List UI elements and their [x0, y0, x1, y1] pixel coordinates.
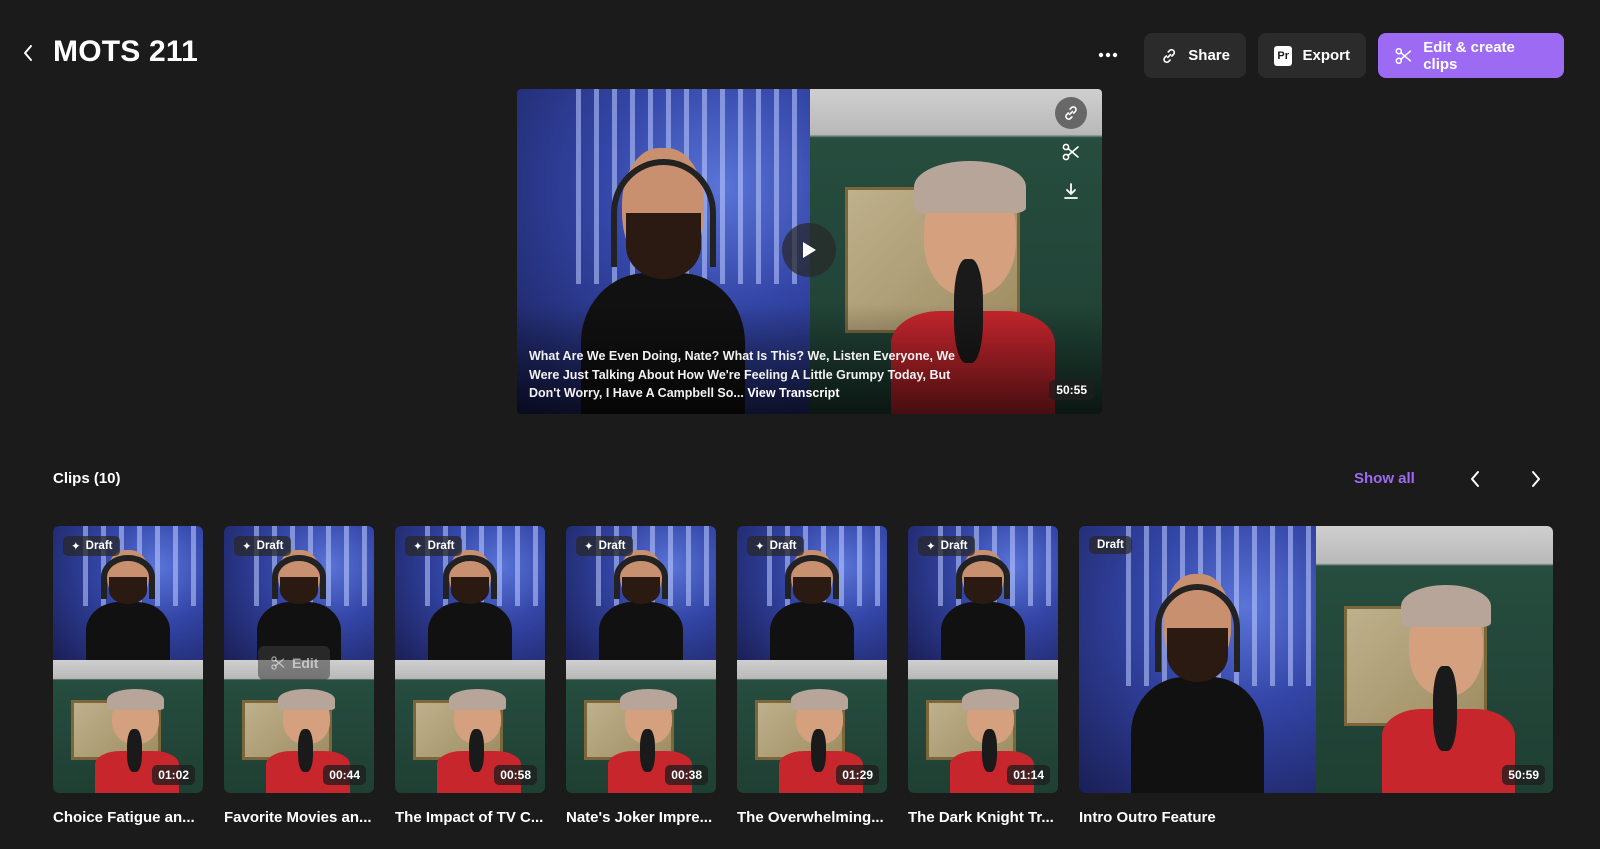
clip-thumbnail: ✦ Draft 01:29	[737, 526, 887, 793]
sparkle-icon: ✦	[413, 541, 423, 553]
clip-card[interactable]: ✦ Draft 00:38 Nate's Joker Impre...	[566, 526, 716, 826]
clip-duration: 01:29	[836, 765, 879, 785]
sparkle-icon: ✦	[242, 541, 252, 553]
badge-label: Draft	[85, 540, 113, 552]
clip-title: Nate's Joker Impre...	[566, 809, 713, 826]
top-bar: MOTS 211 Share Pr Export Edit & create c…	[0, 0, 1600, 92]
clip-duration: 50:59	[1502, 765, 1545, 785]
clips-next-button[interactable]	[1523, 466, 1549, 492]
edit-create-clips-label: Edit & create clips	[1423, 38, 1515, 73]
sparkle-icon: ✦	[71, 541, 81, 553]
draft-badge: ✦ Draft	[576, 536, 634, 556]
badge-label: Draft	[598, 540, 626, 552]
draft-badge: ✦ Draft	[63, 536, 121, 556]
premiere-pro-icon: Pr	[1274, 45, 1293, 66]
sparkle-icon: ✦	[755, 541, 765, 553]
clip-card[interactable]: ✦ Draft 01:14 The Dark Knight Tr...	[908, 526, 1058, 826]
badge-label: Draft	[769, 540, 797, 552]
play-icon	[803, 242, 816, 258]
clips-prev-button[interactable]	[1462, 466, 1488, 492]
badge-label: Draft	[940, 540, 968, 552]
clip-thumbnail: ✦ Draft Edit 00:44	[224, 526, 374, 793]
clip-duration: 00:44	[323, 765, 366, 785]
clip-title: Intro Outro Feature	[1079, 809, 1216, 826]
scissors-icon	[271, 656, 285, 670]
download-button[interactable]	[1055, 175, 1087, 207]
clip-duration: 01:02	[152, 765, 195, 785]
share-label: Share	[1188, 47, 1230, 64]
clip-duration: 00:58	[494, 765, 537, 785]
draft-badge: ✦ Draft	[747, 536, 805, 556]
ellipsis-icon	[1098, 52, 1118, 58]
clip-card[interactable]: ✦ Draft 01:29 The Overwhelming...	[737, 526, 887, 826]
show-all-link[interactable]: Show all	[1354, 470, 1415, 487]
clip-thumbnail: ✦ Draft 00:38	[566, 526, 716, 793]
clip-title: Favorite Movies an...	[224, 809, 372, 826]
clip-duration: 01:14	[1007, 765, 1050, 785]
download-icon	[1064, 183, 1078, 199]
export-label: Export	[1302, 47, 1350, 64]
clip-title: Choice Fatigue an...	[53, 809, 195, 826]
badge-label: Draft	[427, 540, 455, 552]
edit-clip-button[interactable]: Edit	[258, 646, 331, 680]
link-icon	[1065, 106, 1077, 120]
more-options-button[interactable]	[1090, 40, 1126, 70]
clip-card[interactable]: Draft 50:59 Intro Outro Feature	[1079, 526, 1553, 826]
chevron-left-icon	[24, 45, 32, 61]
draft-badge: ✦ Draft	[234, 536, 292, 556]
clip-card[interactable]: ✦ Draft Edit 00:44 Favorite Movies an...	[224, 526, 374, 826]
chevron-left-icon	[1471, 471, 1479, 487]
clip-thumbnail: ✦ Draft 01:14	[908, 526, 1058, 793]
sparkle-icon: ✦	[584, 541, 594, 553]
draft-badge: ✦ Draft	[405, 536, 463, 556]
cut-button[interactable]	[1055, 136, 1087, 168]
clips-heading: Clips (10)	[53, 470, 121, 487]
video-player[interactable]: What Are We Even Doing, Nate? What Is Th…	[517, 89, 1102, 414]
link-icon	[1163, 48, 1176, 63]
clip-thumbnail: ✦ Draft 00:58	[395, 526, 545, 793]
clip-title: The Dark Knight Tr...	[908, 809, 1054, 826]
transcript-preview: What Are We Even Doing, Nate? What Is Th…	[529, 347, 984, 403]
draft-badge: ✦ Draft	[918, 536, 976, 556]
copy-link-button[interactable]	[1055, 97, 1087, 129]
transcript-text: What Are We Even Doing, Nate? What Is Th…	[529, 349, 956, 400]
play-button[interactable]	[782, 223, 836, 277]
clip-card[interactable]: ✦ Draft 00:58 The Impact of TV C...	[395, 526, 545, 826]
clip-duration: 00:38	[665, 765, 708, 785]
video-duration: 50:55	[1049, 380, 1094, 400]
draft-badge: Draft	[1089, 536, 1132, 554]
edit-create-clips-button[interactable]: Edit & create clips	[1378, 33, 1564, 78]
scissors-icon	[1062, 143, 1079, 161]
export-button[interactable]: Pr Export	[1258, 33, 1366, 78]
clip-title: The Impact of TV C...	[395, 809, 544, 826]
view-transcript-link[interactable]: View Transcript	[747, 386, 839, 400]
edit-label: Edit	[292, 655, 319, 671]
badge-label: Draft	[256, 540, 284, 552]
back-button[interactable]	[14, 39, 42, 67]
badge-label: Draft	[1097, 539, 1124, 551]
scissors-icon	[1395, 47, 1412, 64]
clip-card[interactable]: ✦ Draft 01:02 Choice Fatigue an...	[53, 526, 203, 826]
chevron-right-icon	[1532, 471, 1540, 487]
clip-thumbnail: ✦ Draft 01:02	[53, 526, 203, 793]
clip-title: The Overwhelming...	[737, 809, 884, 826]
page-title: MOTS 211	[53, 35, 198, 68]
sparkle-icon: ✦	[926, 541, 936, 553]
clip-thumbnail: Draft 50:59	[1079, 526, 1553, 793]
share-button[interactable]: Share	[1144, 33, 1246, 78]
